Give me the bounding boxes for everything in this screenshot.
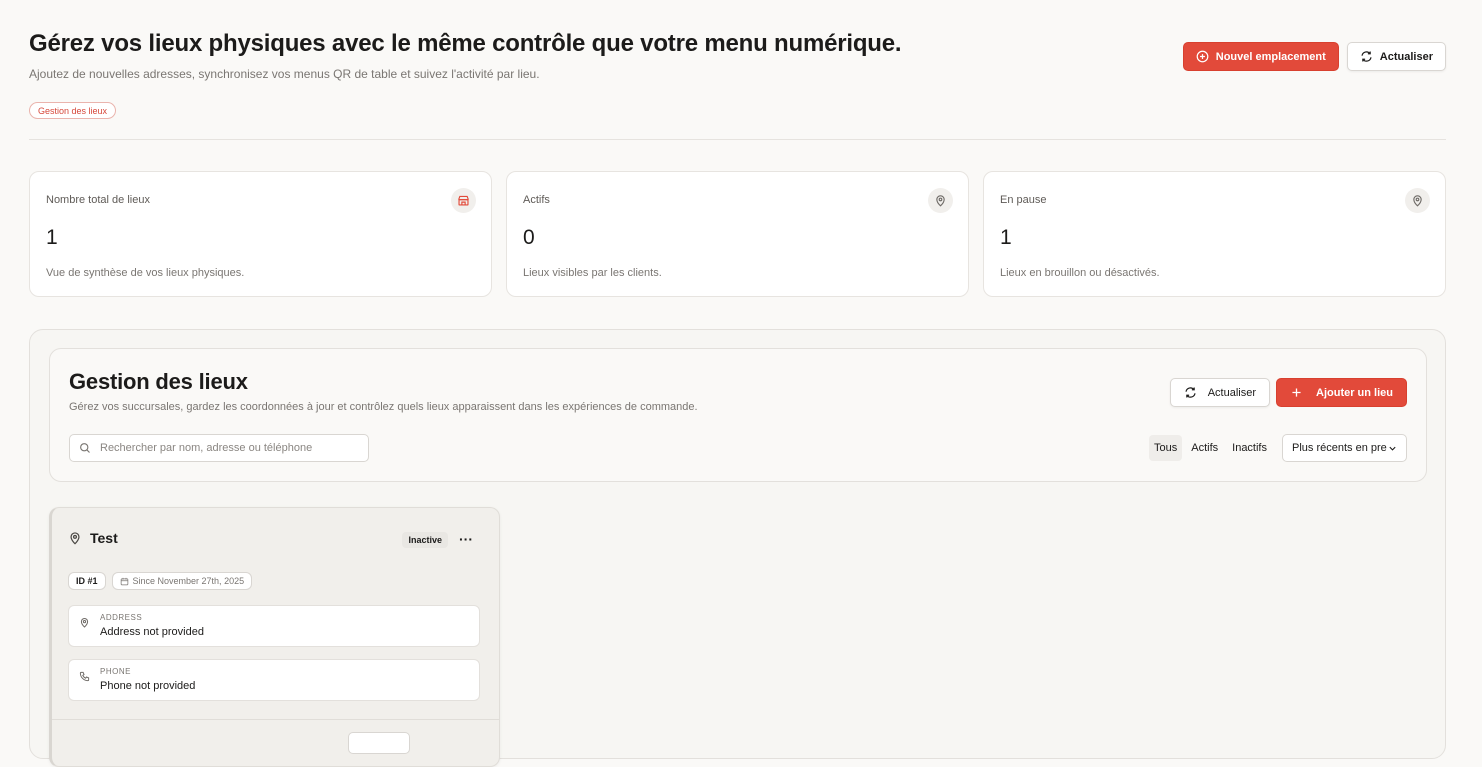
calendar-icon [120,577,128,585]
map-pin-icon [928,188,953,213]
stat-description: Lieux en brouillon ou désactivés. [1000,267,1160,279]
filter-tab-inactive[interactable]: Inactifs [1227,435,1272,461]
more-options-icon[interactable]: ··· [459,530,473,548]
phone-box: PHONE Phone not provided [68,659,480,701]
filter-tab-active[interactable]: Actifs [1186,435,1223,461]
location-since: Since November 27th, 2025 [132,576,245,586]
map-pin-icon [70,532,80,545]
stat-card-active: Actifs 0 Lieux visibles par les clients. [506,171,969,297]
add-location-label: Ajouter un lieu [1316,386,1393,399]
header-refresh-label: Actualiser [1379,50,1433,63]
chevron-down-icon [1389,446,1396,451]
locations-panel: Gestion des lieux Gérez vos succursales,… [29,329,1446,767]
location-header: Test [68,530,118,546]
refresh-button[interactable]: Actualiser [1169,378,1270,407]
section-title: Gestion des lieux [69,369,248,394]
card-footer-divider [52,719,499,720]
header-actions: Nouvel emplacement Actualiser [1182,42,1446,71]
location-card[interactable]: Test Inactive ··· ID #1 Since November 2… [49,507,500,767]
stat-label: En pause [1000,194,1047,206]
section-subtitle: Gérez vos succursales, gardez les coordo… [69,401,698,413]
stat-description: Lieux visibles par les clients. [523,267,662,279]
search-input[interactable] [98,441,348,455]
stat-card-total: Nombre total de lieux 1 Vue de synthèse … [29,171,492,297]
header-refresh-button[interactable]: Actualiser [1346,42,1446,71]
card-action-button[interactable] [348,732,410,754]
stat-description: Vue de synthèse de vos lieux physiques. [46,267,245,279]
locations-toolbar: Gestion des lieux Gérez vos succursales,… [49,348,1427,482]
section-actions: Actualiser Ajouter un lieu [1169,378,1407,407]
new-location-label: Nouvel emplacement [1215,50,1326,63]
location-id-badge: ID #1 [68,572,106,590]
refresh-icon [1361,51,1372,62]
sort-select[interactable]: Plus récents en premier [1282,434,1407,462]
plus-circle-icon [1196,50,1209,63]
refresh-icon [1185,387,1196,398]
sort-value: Plus récents en premier [1292,442,1387,454]
section-tag: Gestion des lieux [29,102,117,119]
refresh-label: Actualiser [1207,386,1256,399]
map-pin-icon [80,618,89,628]
add-location-button[interactable]: Ajouter un lieu [1276,378,1407,407]
plus-icon [1292,388,1301,397]
stat-value: 0 [523,226,535,249]
header-divider [29,139,1446,140]
filter-tab-all[interactable]: Tous [1148,435,1183,461]
phone-icon [79,671,90,682]
search-icon [80,443,90,453]
address-label: ADDRESS [100,613,143,622]
stat-value: 1 [46,226,58,249]
search-box [69,434,369,462]
location-name: Test [90,530,118,546]
stat-card-paused: En pause 1 Lieux en brouillon ou désacti… [983,171,1446,297]
page-title: Gérez vos lieux physiques avec le même c… [29,30,902,57]
address-value: Address not provided [100,626,204,638]
stats-row: Nombre total de lieux 1 Vue de synthèse … [29,171,1446,297]
stat-label: Actifs [523,194,550,206]
new-location-button[interactable]: Nouvel emplacement [1182,42,1339,71]
stat-label: Nombre total de lieux [46,194,150,206]
address-box: ADDRESS Address not provided [68,605,480,647]
location-id: ID #1 [76,576,98,586]
location-chips: ID #1 Since November 27th, 2025 [68,572,253,590]
stat-value: 1 [1000,226,1012,249]
status-badge: Inactive [402,532,448,548]
phone-label: PHONE [100,667,131,676]
building-icon [451,188,476,213]
map-pin-icon [1405,188,1430,213]
phone-value: Phone not provided [100,680,196,692]
filter-bar: Tous Actifs Inactifs Plus récents en pre… [1148,434,1407,462]
page-subtitle: Ajoutez de nouvelles adresses, synchroni… [29,67,540,81]
location-since-badge: Since November 27th, 2025 [111,572,253,590]
